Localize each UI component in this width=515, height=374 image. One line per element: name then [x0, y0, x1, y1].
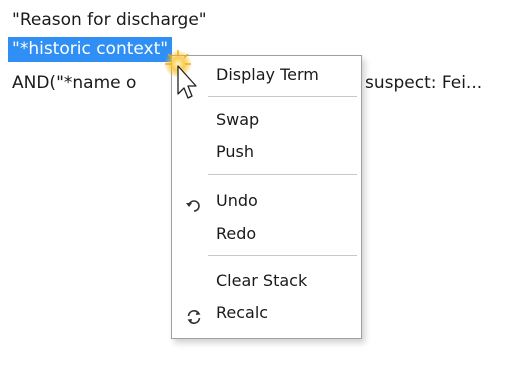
undo-icon	[185, 193, 203, 212]
text-line-and-name-left[interactable]: AND("*name o	[12, 71, 136, 95]
menu-item-label: Undo	[216, 191, 258, 210]
text-line-historic-context-selected[interactable]: "*historic context"	[8, 37, 173, 62]
canvas: "Reason for discharge" "*historic contex…	[0, 0, 515, 374]
menu-separator	[208, 255, 357, 256]
menu-item-push[interactable]: Push	[172, 137, 361, 167]
menu-separator	[208, 174, 357, 175]
text-line-reason-for-discharge[interactable]: "Reason for discharge"	[12, 8, 207, 32]
menu-separator	[208, 96, 357, 97]
menu-item-label: Display Term	[216, 65, 319, 84]
menu-item-redo[interactable]: Redo	[172, 219, 361, 249]
menu-item-label: Clear Stack	[216, 271, 308, 290]
mouse-cursor-icon	[162, 50, 212, 110]
menu-item-label: Redo	[216, 224, 257, 243]
menu-item-label: Push	[216, 142, 254, 161]
menu-item-undo[interactable]: Undo	[172, 186, 361, 216]
recalc-icon	[185, 305, 203, 324]
menu-item-clear-stack[interactable]: Clear Stack	[172, 266, 361, 296]
menu-item-label: Swap	[216, 110, 260, 129]
menu-item-recalc[interactable]: Recalc	[172, 298, 361, 328]
menu-item-label: Recalc	[216, 303, 269, 322]
text-line-and-name-right[interactable]: suspect: Fei...	[365, 71, 482, 95]
